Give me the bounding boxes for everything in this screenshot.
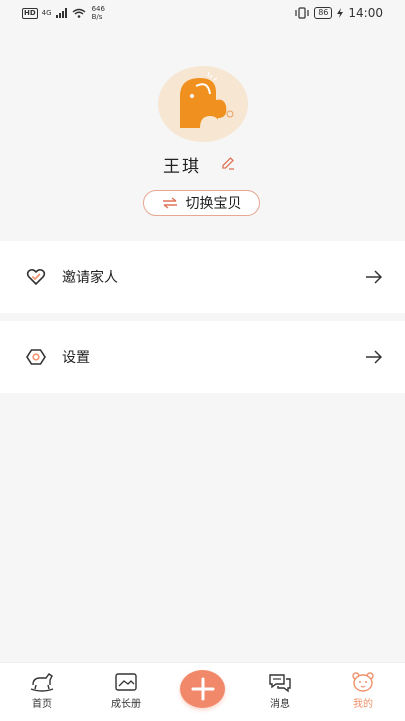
clock-time: 14:00 (348, 6, 383, 20)
vibrate-icon (295, 7, 309, 19)
tab-mine[interactable]: 我的 (333, 671, 393, 710)
signal-icon (55, 8, 67, 18)
hd-badge: HD (22, 7, 38, 19)
tab-home[interactable]: 首页 (12, 671, 72, 710)
user-name: 王琪 (163, 157, 201, 177)
charging-icon (337, 8, 344, 18)
net-speed-unit: B/s (91, 13, 103, 21)
photo-album-icon (115, 673, 137, 691)
tab-label: 成长册 (111, 699, 141, 710)
arrow-right-icon (366, 270, 383, 284)
rocking-horse-icon (30, 673, 54, 692)
elephant-avatar-icon (180, 71, 234, 128)
tab-growth-album[interactable]: 成长册 (96, 671, 156, 710)
edit-pencil-icon[interactable] (220, 155, 236, 171)
chat-bubbles-icon (269, 674, 291, 693)
status-right: 86 14:00 (295, 6, 383, 20)
net-speed: 646 B/s (92, 5, 105, 21)
switch-baby-button[interactable]: 切换宝贝 (143, 190, 260, 216)
menu-label: 设置 (62, 350, 90, 366)
tab-messages[interactable]: 消息 (250, 671, 310, 710)
net-speed-value: 646 (91, 5, 105, 13)
arrow-right-icon (366, 350, 383, 364)
menu-invite-family[interactable]: 邀请家人 (0, 241, 405, 313)
status-bar: HD 4G 646 B/s 86 14:00 (0, 0, 405, 28)
hexagon-gear-icon (26, 349, 46, 365)
avatar[interactable] (158, 66, 248, 142)
add-button[interactable] (180, 670, 225, 708)
wifi-icon (72, 8, 86, 18)
menu-settings[interactable]: 设置 (0, 321, 405, 393)
tab-label: 消息 (270, 699, 290, 710)
heart-check-icon (26, 268, 46, 286)
menu-label: 邀请家人 (62, 270, 118, 286)
plus-icon (191, 677, 215, 701)
switch-baby-label: 切换宝贝 (185, 196, 242, 212)
bear-face-icon (352, 672, 374, 692)
tab-label: 我的 (353, 699, 373, 710)
network-type: 4G (41, 9, 52, 17)
battery-level: 86 (314, 7, 333, 19)
tab-label: 首页 (32, 699, 52, 710)
status-left: HD 4G 646 B/s (22, 5, 105, 21)
swap-arrows-icon (162, 197, 177, 209)
